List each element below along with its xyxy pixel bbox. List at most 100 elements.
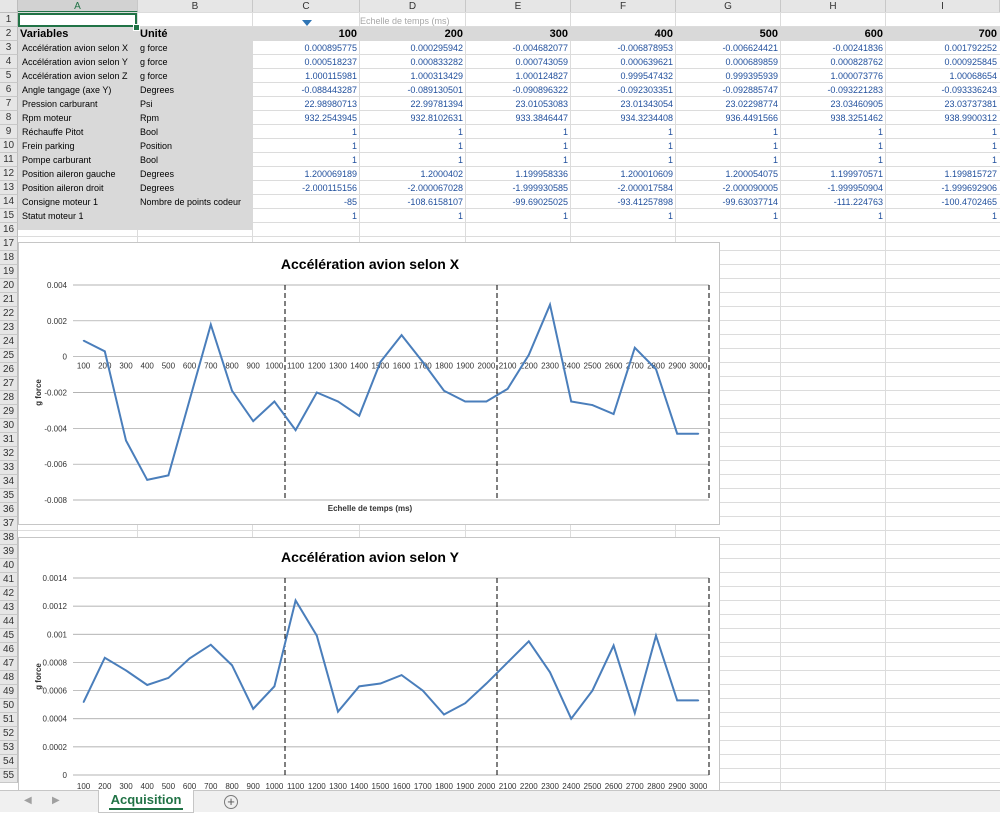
row-header-4[interactable]: 4 — [0, 55, 18, 69]
data-cell[interactable]: 1 — [781, 209, 886, 223]
prev-sheet-icon[interactable]: ◀ — [24, 795, 32, 806]
data-cell[interactable]: -0.089130501 — [360, 83, 466, 97]
data-cell[interactable]: 1 — [360, 125, 466, 139]
data-cell[interactable]: 1.199958336 — [466, 167, 571, 181]
data-cell[interactable]: 936.4491566 — [676, 111, 781, 125]
data-cell[interactable]: -1.999930585 — [466, 181, 571, 195]
data-cell[interactable]: 23.01053083 — [466, 97, 571, 111]
data-cell[interactable]: 0.001792252 — [886, 41, 1000, 55]
row-header-55[interactable]: 55 — [0, 769, 18, 783]
data-cell[interactable]: -2.000090005 — [676, 181, 781, 195]
data-cell[interactable]: -111.224763 — [781, 195, 886, 209]
row-header-16[interactable]: 16 — [0, 223, 18, 237]
row-header-15[interactable]: 15 — [0, 209, 18, 223]
row-header-33[interactable]: 33 — [0, 461, 18, 475]
data-cell[interactable]: 0.000518237 — [253, 55, 360, 69]
row-header-12[interactable]: 12 — [0, 167, 18, 181]
row-header-54[interactable]: 54 — [0, 755, 18, 769]
data-cell[interactable]: 22.98980713 — [253, 97, 360, 111]
row-header-18[interactable]: 18 — [0, 251, 18, 265]
data-cell[interactable]: 0.000639621 — [571, 55, 676, 69]
row-header-26[interactable]: 26 — [0, 363, 18, 377]
row-header-36[interactable]: 36 — [0, 503, 18, 517]
data-cell[interactable]: 0.000925845 — [886, 55, 1000, 69]
data-cell[interactable]: -2.000017584 — [571, 181, 676, 195]
data-cell[interactable]: 1.000124827 — [466, 69, 571, 83]
row-header-8[interactable]: 8 — [0, 111, 18, 125]
row-header-25[interactable]: 25 — [0, 349, 18, 363]
data-cell[interactable]: -99.63037714 — [676, 195, 781, 209]
data-cell[interactable]: -0.088443287 — [253, 83, 360, 97]
data-cell[interactable]: 1 — [781, 139, 886, 153]
row-header-52[interactable]: 52 — [0, 727, 18, 741]
data-cell[interactable]: 1.00068654 — [886, 69, 1000, 83]
row-header-20[interactable]: 20 — [0, 279, 18, 293]
row-header-42[interactable]: 42 — [0, 587, 18, 601]
row-header-47[interactable]: 47 — [0, 657, 18, 671]
row-header-31[interactable]: 31 — [0, 433, 18, 447]
data-cell[interactable]: 1 — [886, 209, 1000, 223]
data-cell[interactable]: 1 — [886, 139, 1000, 153]
data-cell[interactable]: 1 — [253, 125, 360, 139]
row-header-24[interactable]: 24 — [0, 335, 18, 349]
data-cell[interactable]: 1 — [360, 153, 466, 167]
data-cell[interactable]: -0.090896322 — [466, 83, 571, 97]
chart-acceleration-y[interactable]: Accélération avion selon Y 0.0014 0.0012 0.… — [18, 537, 720, 790]
chart-acceleration-x[interactable]: Accélération avion selon X 0.004 0.002 0 -0.… — [18, 242, 720, 525]
data-cell[interactable]: -0.006624421 — [676, 41, 781, 55]
row-header-7[interactable]: 7 — [0, 97, 18, 111]
data-cell[interactable]: -2.000067028 — [360, 181, 466, 195]
row-header-35[interactable]: 35 — [0, 489, 18, 503]
data-cell[interactable]: 1 — [781, 153, 886, 167]
data-cell[interactable]: 933.3846447 — [466, 111, 571, 125]
row-header-34[interactable]: 34 — [0, 475, 18, 489]
row-header-2[interactable]: 2 — [0, 27, 18, 41]
data-cell[interactable]: 1 — [676, 209, 781, 223]
data-cell[interactable]: 0.000895775 — [253, 41, 360, 55]
data-cell[interactable]: 1.000115981 — [253, 69, 360, 83]
row-header-11[interactable]: 11 — [0, 153, 18, 167]
row-header-6[interactable]: 6 — [0, 83, 18, 97]
data-cell[interactable]: 0.000295942 — [360, 41, 466, 55]
data-cell[interactable]: 1 — [781, 125, 886, 139]
row-header-13[interactable]: 13 — [0, 181, 18, 195]
data-cell[interactable]: 1 — [466, 139, 571, 153]
row-header-9[interactable]: 9 — [0, 125, 18, 139]
row-header-30[interactable]: 30 — [0, 419, 18, 433]
data-cell[interactable]: -108.6158107 — [360, 195, 466, 209]
data-cell[interactable]: -0.093336243 — [886, 83, 1000, 97]
data-cell[interactable]: 1 — [360, 139, 466, 153]
row-header-48[interactable]: 48 — [0, 671, 18, 685]
row-header-27[interactable]: 27 — [0, 377, 18, 391]
row-header-17[interactable]: 17 — [0, 237, 18, 251]
data-cell[interactable]: 1 — [253, 139, 360, 153]
data-cell[interactable]: 0.000689859 — [676, 55, 781, 69]
row-header-41[interactable]: 41 — [0, 573, 18, 587]
data-cell[interactable]: 1 — [253, 153, 360, 167]
data-cell[interactable]: 1 — [253, 209, 360, 223]
row-header-28[interactable]: 28 — [0, 391, 18, 405]
data-cell[interactable]: 23.03460905 — [781, 97, 886, 111]
row-header-39[interactable]: 39 — [0, 545, 18, 559]
data-cell[interactable]: -0.00241836 — [781, 41, 886, 55]
filter-dropdown-icon[interactable] — [302, 20, 312, 26]
data-cell[interactable]: -0.004682077 — [466, 41, 571, 55]
data-cell[interactable]: 22.99781394 — [360, 97, 466, 111]
row-header-53[interactable]: 53 — [0, 741, 18, 755]
row-header-14[interactable]: 14 — [0, 195, 18, 209]
data-cell[interactable]: -0.092303351 — [571, 83, 676, 97]
data-cell[interactable]: 1 — [571, 139, 676, 153]
data-cell[interactable]: -0.092885747 — [676, 83, 781, 97]
data-cell[interactable]: 938.3251462 — [781, 111, 886, 125]
data-cell[interactable]: 932.8102631 — [360, 111, 466, 125]
row-header-51[interactable]: 51 — [0, 713, 18, 727]
data-cell[interactable]: 1 — [676, 153, 781, 167]
select-all-corner[interactable] — [0, 0, 18, 13]
data-cell[interactable]: 932.2543945 — [253, 111, 360, 125]
data-cell[interactable]: 1 — [466, 153, 571, 167]
data-cell[interactable]: -1.999692906 — [886, 181, 1000, 195]
row-header-38[interactable]: 38 — [0, 531, 18, 545]
data-cell[interactable]: 938.9900312 — [886, 111, 1000, 125]
data-cell[interactable]: 23.01343054 — [571, 97, 676, 111]
row-header-5[interactable]: 5 — [0, 69, 18, 83]
